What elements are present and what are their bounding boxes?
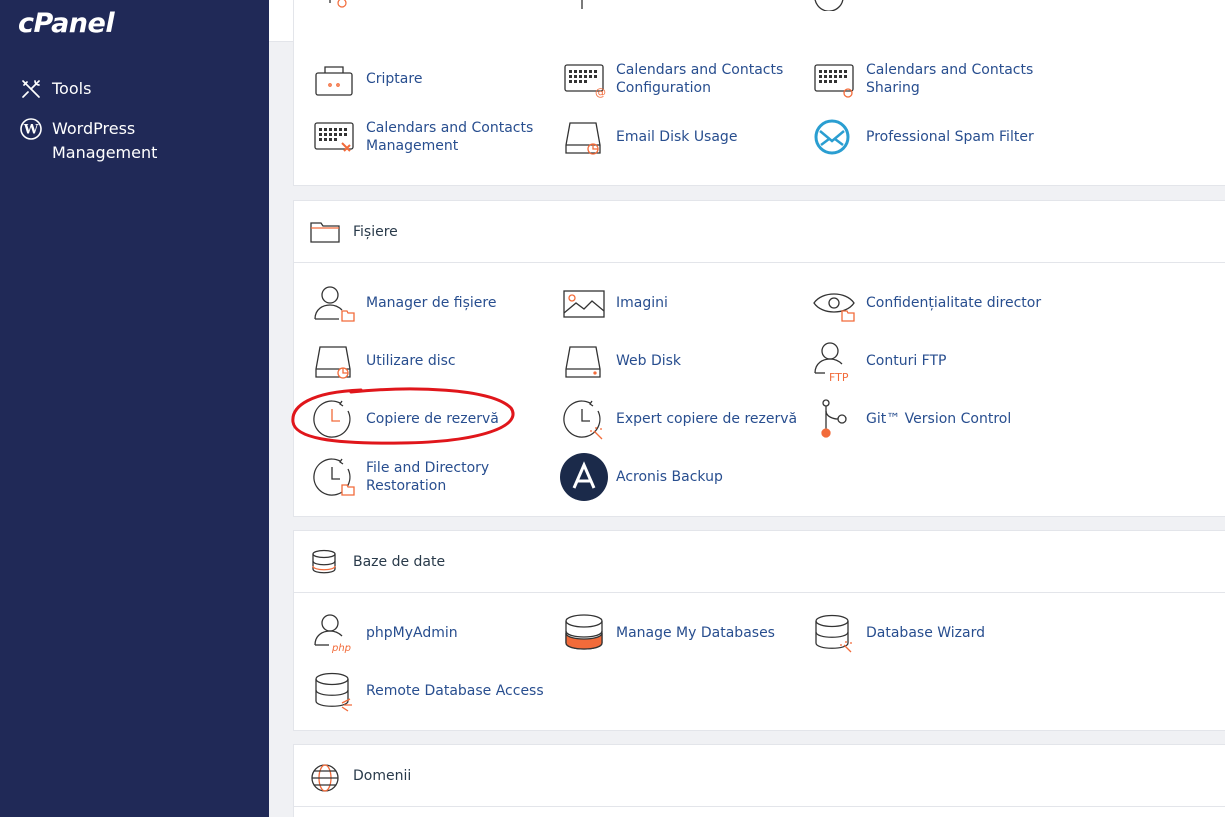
email-disk-usage-link[interactable]: Email Disk Usage	[562, 113, 737, 161]
sidebar-item-label: WordPress Management	[52, 119, 158, 162]
domains-panel-header[interactable]: Domenii	[294, 745, 1225, 807]
web-disk-icon	[562, 339, 606, 383]
calendar-config-link[interactable]: @ Calendars and Contacts Configuration	[562, 55, 786, 103]
acronis-icon	[560, 453, 608, 501]
calendar-management-link[interactable]: Calendars and Contacts Management	[312, 113, 536, 161]
git-icon	[812, 397, 856, 441]
cropped-row-icons	[329, 0, 844, 11]
encryption-icon	[312, 57, 356, 101]
email-disk-usage-icon	[562, 115, 606, 159]
backup-wizard-icon	[562, 397, 606, 441]
disk-usage-link[interactable]: Utilizare disc	[312, 337, 456, 385]
wordpress-icon: W	[20, 118, 42, 140]
svg-text:W: W	[23, 123, 39, 138]
acronis-backup-link[interactable]: Acronis Backup	[560, 453, 723, 501]
databases-panel-title: Baze de date	[353, 553, 446, 570]
file-directory-restoration-link[interactable]: File and Directory Restoration	[312, 453, 506, 501]
phpmyadmin-link[interactable]: php phpMyAdmin	[312, 609, 458, 657]
database-wizard-link[interactable]: Database Wizard	[812, 609, 985, 657]
files-panel-header[interactable]: Fișiere	[294, 201, 1225, 263]
manage-databases-icon	[562, 611, 606, 655]
file-manager-link[interactable]: Manager de fișiere	[312, 279, 496, 327]
encryption-link[interactable]: Criptare	[312, 55, 422, 103]
remote-database-access-link[interactable]: Remote Database Access	[312, 667, 544, 715]
backup-wizard-link[interactable]: Expert copiere de rezervă	[562, 395, 797, 443]
sidebar-item-wordpress[interactable]: W WordPress Management	[20, 117, 172, 165]
spam-filter-link[interactable]: Professional Spam Filter	[812, 113, 1034, 161]
calendar-config-icon: @	[562, 57, 606, 101]
web-disk-link[interactable]: Web Disk	[562, 337, 681, 385]
svg-text:php: php	[331, 643, 351, 654]
remote-database-icon	[312, 669, 356, 713]
svg-text:@: @	[595, 86, 606, 99]
database-icon	[310, 549, 340, 575]
manage-databases-link[interactable]: Manage My Databases	[562, 609, 775, 657]
ftp-accounts-icon: FTP	[812, 339, 856, 384]
cpanel-logo[interactable]: cPanel	[18, 8, 115, 39]
sidebar-item-label: Tools	[52, 79, 92, 98]
directory-privacy-icon	[812, 281, 856, 325]
domains-panel: Domenii	[293, 744, 1225, 817]
directory-privacy-link[interactable]: Confidențialitate director	[812, 279, 1041, 327]
restoration-icon	[312, 455, 356, 499]
databases-panel: Baze de date php phpMyAdmin Manage My Da…	[293, 530, 1225, 731]
calendar-sharing-icon	[812, 57, 856, 101]
ftp-accounts-link[interactable]: FTP Conturi FTP	[812, 337, 946, 385]
disk-usage-icon	[312, 339, 356, 383]
phpmyadmin-icon: php	[312, 611, 356, 655]
email-panel: Criptare @ Calendars and Contacts Config…	[293, 0, 1225, 186]
calendar-management-icon	[312, 115, 356, 159]
svg-text:FTP: FTP	[829, 371, 849, 383]
backup-link[interactable]: Copiere de rezervă	[312, 395, 499, 443]
tools-icon	[20, 78, 42, 100]
files-panel-title: Fișiere	[353, 223, 398, 240]
images-link[interactable]: Imagini	[562, 279, 668, 327]
backup-icon	[312, 397, 356, 441]
files-panel: Fișiere Manager de fișiere Imagini Confi…	[293, 200, 1225, 517]
globe-icon	[310, 763, 340, 792]
domains-panel-title: Domenii	[353, 767, 412, 784]
databases-panel-header[interactable]: Baze de date	[294, 531, 1225, 593]
folder-icon	[310, 219, 340, 245]
database-wizard-icon	[812, 611, 856, 655]
git-version-control-link[interactable]: Git™ Version Control	[812, 395, 1011, 443]
sidebar-item-tools[interactable]: Tools	[20, 77, 91, 101]
file-manager-icon	[312, 281, 356, 325]
images-icon	[562, 281, 606, 325]
calendar-sharing-link[interactable]: Calendars and Contacts Sharing	[812, 55, 1036, 103]
spam-filter-icon	[812, 115, 856, 159]
sidebar: cPanel Tools W WordPress Management	[0, 0, 269, 817]
